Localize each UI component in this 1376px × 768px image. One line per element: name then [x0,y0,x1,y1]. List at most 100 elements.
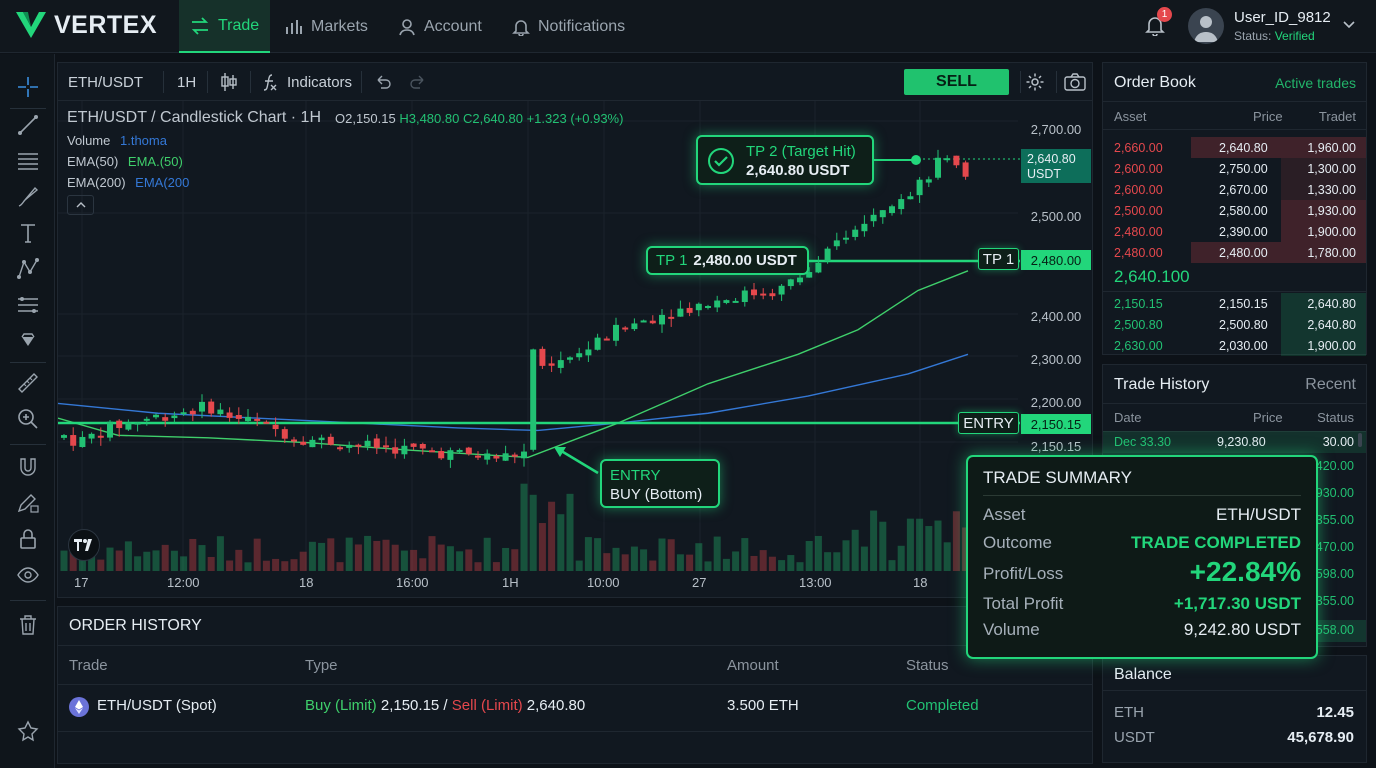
ask-row[interactable]: 2,660.00 2,640.80 1,960.00 [1103,137,1366,158]
volume-bar [916,518,924,571]
ask-price: 2,390.00 [1219,225,1268,239]
volume-bar [824,552,832,571]
volume-bar [318,542,326,571]
fib-tool[interactable] [14,292,42,318]
candle-body [254,418,261,421]
volume-bar [299,551,307,571]
pencil-lock-icon [17,494,39,513]
column-header-trade[interactable]: Trade [69,657,108,674]
ohlc-open: O2,150.15 [335,111,396,126]
visibility-tool[interactable] [14,562,42,588]
nav-trade[interactable]: Trade [179,0,271,53]
top-bar: VERTEX Trade Markets Account Notificatio… [0,0,1376,53]
order-pair: ETH/USDT (Spot) [97,697,217,714]
indicators-button[interactable]: Indicators [261,63,352,101]
entry-callout[interactable]: ENTRY BUY (Bottom) [600,459,720,508]
trade-status-partial: 470.00 [1315,540,1354,554]
user-status-value: Verified [1274,29,1315,43]
tp1-callout[interactable]: TP 1 2,480.00 USDT [646,246,809,275]
nav-notifications-label: Notifications [538,17,626,35]
interval-selector[interactable]: 1H [177,63,196,101]
recent-link[interactable]: Recent [1305,376,1356,394]
brush-tool[interactable] [14,184,42,210]
th-header-price: Price [1253,410,1283,425]
ask-price: 2,580.00 [1219,204,1268,218]
undo-icon [377,75,391,89]
candle-body [465,447,472,455]
candle-body [585,349,592,356]
column-header-type[interactable]: Type [305,657,338,674]
horizontal-lines-tool[interactable] [14,148,42,174]
volume-bar [630,546,638,571]
candlestick-chart[interactable] [58,101,1092,597]
ask-row[interactable]: 2,600.00 2,670.00 1,330.00 [1103,179,1366,200]
lock-drawing-tool[interactable] [14,490,42,516]
nav-markets[interactable]: Markets [274,0,379,53]
volume-bar [382,539,390,571]
candle-body [318,437,325,441]
pattern-tool[interactable] [14,256,42,282]
user-avatar-icon [1194,16,1218,42]
tradingview-logo[interactable] [68,529,100,561]
legend-collapse-button[interactable] [67,195,94,215]
ask-row[interactable]: 2,480.00 2,480.00 1,780.00 [1103,242,1366,263]
undo-button[interactable] [374,63,392,101]
candle-body [189,410,196,415]
candle-body [401,445,408,455]
text-icon [21,224,35,243]
gem-icon [21,333,35,346]
bid-row[interactable]: 2,630.00 2,030.00 1,900.00 [1103,335,1366,356]
legend-ema50[interactable]: EMA(50) EMA.(50) [67,154,183,169]
bid-row[interactable]: 2,150.15 2,150.15 2,640.80 [1103,293,1366,314]
chevron-down-icon[interactable] [1342,20,1356,30]
active-trades-link[interactable]: Active trades [1275,75,1356,91]
text-tool[interactable] [14,220,42,246]
bid-row[interactable]: 2,500.80 2,500.80 2,640.80 [1103,314,1366,335]
ask-row[interactable]: 2,480.00 2,390.00 1,900.00 [1103,221,1366,242]
ask-row[interactable]: 2,500.00 2,580.00 1,930.00 [1103,200,1366,221]
lock-tool[interactable] [14,526,42,552]
trade-history-title: Trade History [1114,376,1210,393]
avatar[interactable] [1188,8,1224,44]
balance-amount: 12.45 [1316,704,1354,721]
crosshair-tool[interactable] [14,74,42,100]
ruler-tool[interactable] [14,370,42,396]
nav-account[interactable]: Account [387,0,493,53]
table-row[interactable]: ETH/USDT (Spot) Buy (Limit) 2,150.15 / S… [58,685,1092,731]
trade-history-row[interactable]: Dec 33.30 9,230.80 30.00 [1103,431,1366,453]
screenshot-button[interactable] [1064,63,1086,101]
zoom-tool[interactable] [14,406,42,432]
candle-body [272,424,279,430]
logo[interactable]: VERTEX [14,9,157,41]
volume-bar [281,561,289,571]
time-tick: 18 [299,575,314,590]
magnet-tool[interactable] [14,454,42,480]
trendline-tool[interactable] [14,112,42,138]
nav-notifications[interactable]: Notifications [501,0,636,53]
column-header-amount[interactable]: Amount [727,657,779,674]
sell-button[interactable]: SELL [904,69,1009,95]
legend-volume[interactable]: Volume 1.thoma [67,133,167,148]
symbol-selector[interactable]: ETH/USDT [68,63,143,101]
volume-bar [566,493,574,571]
ask-row[interactable]: 2,600.00 2,750.00 1,300.00 [1103,158,1366,179]
legend-ema200[interactable]: EMA(200) EMA(200 [67,175,189,190]
summary-value-volume: 9,242.80 USDT [1183,620,1301,639]
delete-tool[interactable] [14,612,42,638]
chart-settings-button[interactable] [1025,63,1045,101]
notification-bell-button[interactable]: 1 [1144,7,1172,39]
bell-icon [512,19,530,36]
redo-button[interactable] [409,63,427,101]
scrollbar[interactable] [1358,433,1362,447]
candle-body [226,412,233,418]
price-tick: 2,500.00 [1030,209,1082,224]
favorites-tool[interactable] [14,718,42,744]
gem-tool[interactable] [14,328,42,354]
tp2-callout[interactable]: TP 2 (Target Hit) 2,640.80 USDT [696,135,874,185]
candle-type-button[interactable] [220,63,238,101]
volume-bar [446,546,454,571]
entry-line-tag[interactable]: ENTRY [958,412,1019,434]
tp1-line-tag[interactable]: TP 1 [978,248,1019,270]
candle-body [327,436,334,445]
column-header-status[interactable]: Status [906,657,949,674]
